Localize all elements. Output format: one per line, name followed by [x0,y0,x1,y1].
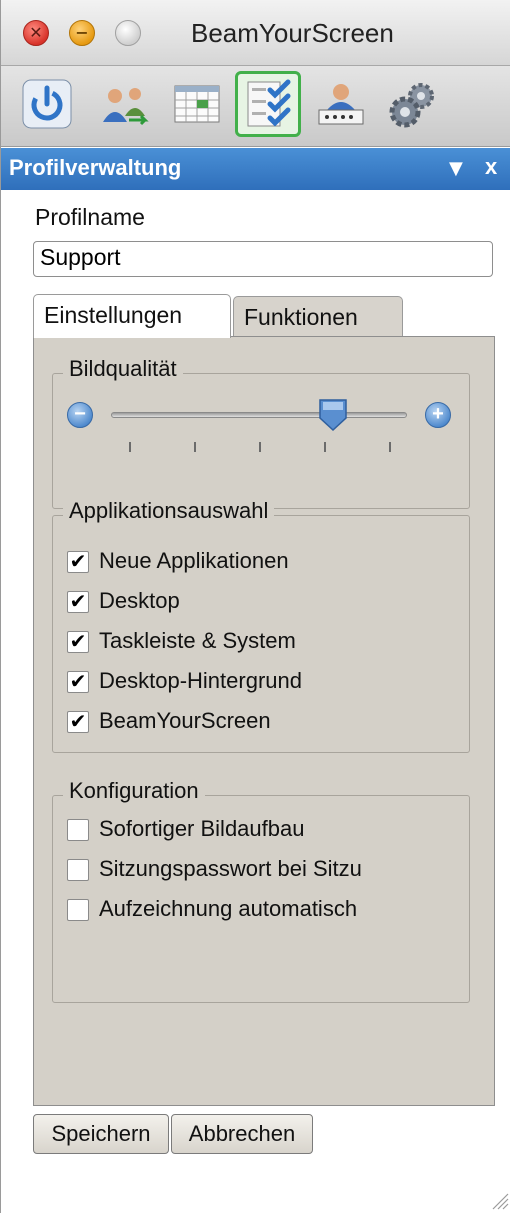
checkbox[interactable] [67,819,89,841]
slider-tick [129,442,131,452]
slider-tick [389,442,391,452]
zoom-window-button[interactable] [115,20,141,46]
tab-einstellungen[interactable]: Einstellungen [33,294,231,338]
configuration-group: Konfiguration Sofortiger Bildaufbau Sitz… [52,778,470,1003]
checkbox-label: Desktop-Hintergrund [99,668,302,693]
checkbox[interactable]: ✔ [67,669,89,693]
quality-increase-button[interactable]: + [425,402,451,428]
image-quality-group: Bildqualität − + [52,356,470,509]
users-transfer-icon [103,88,149,126]
calendar-icon [174,85,220,123]
checklist-button[interactable] [235,71,301,137]
save-button[interactable]: Speichern [33,1114,169,1154]
quality-decrease-button[interactable]: − [67,402,93,428]
user-password-icon [318,84,364,125]
profile-name-label: Profilname [35,204,145,230]
toolbar [1,66,510,147]
users-transfer-button[interactable] [95,74,155,134]
application-selection-group: Applikationsauswahl ✔ Neue Applikationen… [52,498,470,753]
plus-icon: + [432,403,444,425]
minus-icon: − [74,403,86,425]
configuration-title: Konfiguration [63,778,205,804]
checkbox-label: Sofortiger Bildaufbau [99,816,305,841]
quality-slider-thumb[interactable] [318,398,348,432]
image-quality-title: Bildqualität [63,356,183,382]
title-bar[interactable]: ✕ − BeamYourScreen [1,0,510,66]
checkbox[interactable]: ✔ [67,709,89,733]
application-selection-title: Applikationsauswahl [63,498,275,524]
checkbox[interactable]: ✔ [67,629,89,653]
close-window-button[interactable]: ✕ [23,20,49,46]
checkmark-icon: ✔ [69,709,87,733]
checkmark-icon: ✔ [69,549,87,573]
app-window: ✕ − BeamYourScreen Profilverwaltung ▼ x … [0,0,510,1213]
panel-menu-icon[interactable]: ▼ [449,158,463,179]
calendar-button[interactable] [167,74,227,134]
settings-tab-panel: Bildqualität − + Applikationsauswahl ✔ N… [33,336,495,1106]
close-x-icon: ✕ [29,23,43,42]
checkbox-label: Aufzeichnung automatisch [99,896,358,921]
panel-header: Profilverwaltung ▼ x [1,148,510,190]
cancel-button[interactable]: Abbrechen [171,1114,313,1154]
slider-tick [324,442,326,452]
checkmark-icon: ✔ [69,669,87,693]
window-title: BeamYourScreen [191,18,394,48]
power-button[interactable] [17,74,77,134]
checkbox[interactable]: ✔ [67,589,89,613]
checkbox[interactable] [67,859,89,881]
settings-button[interactable] [383,74,443,134]
minimize-window-button[interactable]: − [69,20,95,46]
checkbox-label: Sitzungspasswort bei Sitzu [99,856,362,881]
panel-close-button[interactable]: x [485,154,497,180]
checkbox[interactable]: ✔ [67,549,89,573]
user-password-button[interactable] [311,74,371,134]
checkmark-icon: ✔ [69,629,87,653]
power-icon [22,79,72,129]
slider-tick [194,442,196,452]
checklist-icon [247,79,291,127]
tab-funktionen[interactable]: Funktionen [233,296,403,338]
quality-slider-track[interactable] [111,412,407,418]
minus-icon: − [75,23,89,42]
checkbox-label: Desktop [99,588,180,613]
resize-grip-icon[interactable] [489,1190,509,1210]
profile-name-input[interactable]: Support [33,241,493,277]
slider-tick [259,442,261,452]
checkmark-icon: ✔ [69,589,87,613]
checkbox-label: Neue Applikationen [99,548,289,573]
checkbox-label: BeamYourScreen [99,708,271,733]
checkbox-label: Taskleiste & System [99,628,296,653]
gears-icon [389,83,434,128]
panel-title: Profilverwaltung [9,155,182,180]
checkbox[interactable] [67,899,89,921]
